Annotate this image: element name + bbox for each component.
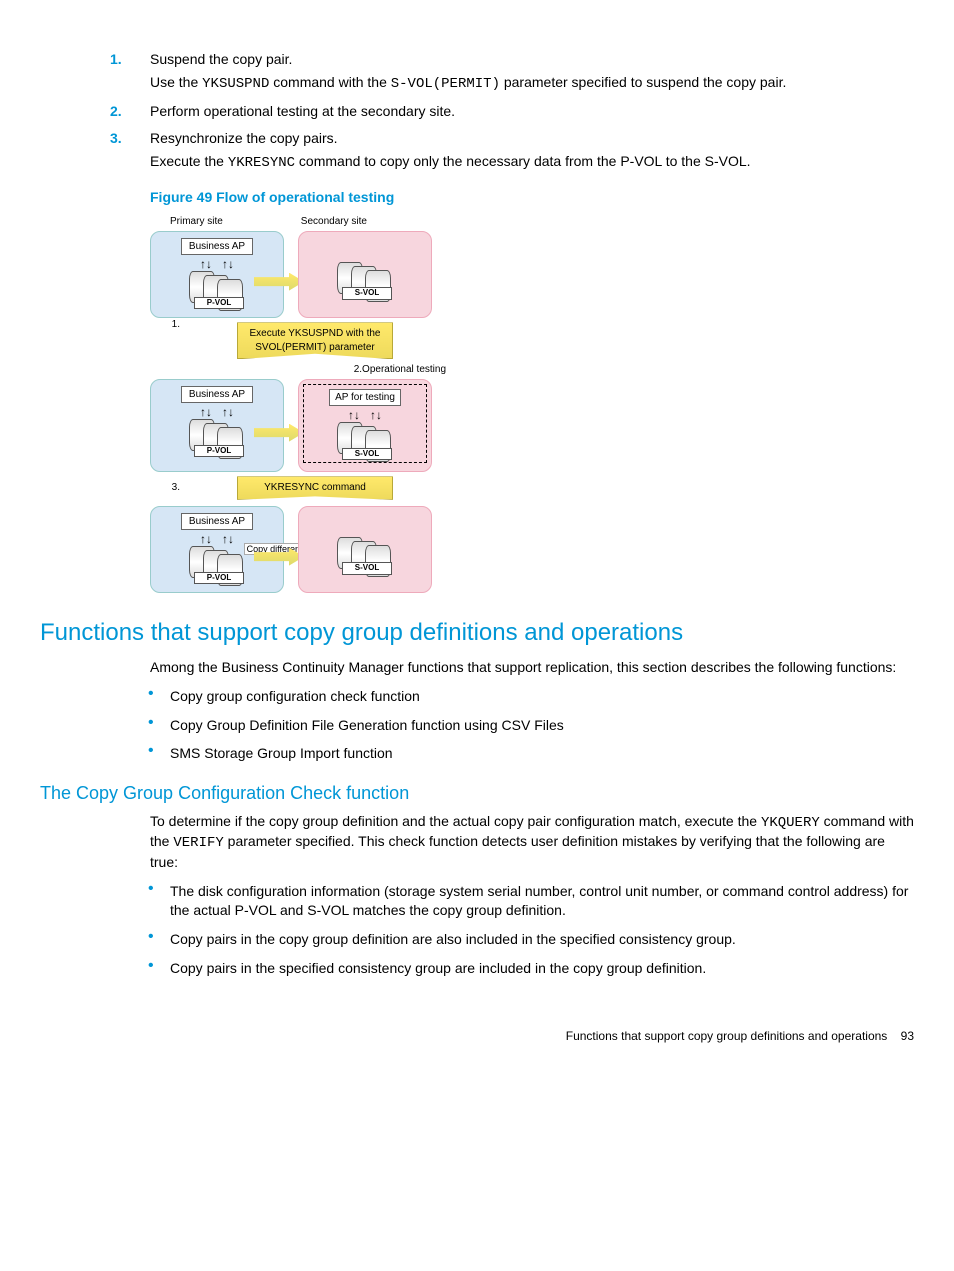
code: YKRESYNC — [228, 155, 295, 171]
business-ap: Business AP — [181, 513, 253, 531]
step2-label: 2.Operational testing — [150, 363, 450, 377]
step-1: 1. Suspend the copy pair. Use the YKSUSP… — [150, 50, 914, 94]
step-3: 3. Resynchronize the copy pairs. Execute… — [150, 129, 914, 173]
page-footer: Functions that support copy group defini… — [40, 1028, 914, 1044]
step-3-marker: 3. — [110, 129, 122, 148]
secondary-panel-2: AP for testing ↑↓ ↑↓ — [298, 379, 432, 473]
primary-panel-1: Business AP ↑↓ ↑↓ — [150, 231, 284, 319]
step-2-marker: 2. — [110, 102, 122, 121]
text: Execute the — [150, 153, 228, 169]
secondary-panel-1 — [298, 231, 432, 319]
arrows-icon: ↑↓ ↑↓ — [308, 410, 422, 420]
step-1-marker: 1. — [110, 50, 122, 69]
text: command with the — [269, 74, 390, 90]
step-1-detail: Use the YKSUSPND command with the S-VOL(… — [150, 73, 914, 94]
step-3-detail: Execute the YKRESYNC command to copy onl… — [150, 152, 914, 173]
footer-text: Functions that support copy group defini… — [566, 1029, 888, 1043]
step3-num: 3. — [150, 481, 180, 495]
text: To determine if the copy group definitio… — [150, 813, 761, 829]
primary-panel-2: Business AP ↑↓ ↑↓ — [150, 379, 284, 473]
function-list: Copy group configuration check function … — [40, 687, 914, 764]
step-2: 2. Perform operational testing at the se… — [150, 102, 914, 121]
figure-49-diagram: Primary site Secondary site Business AP … — [150, 215, 450, 593]
secondary-site-label: Secondary site — [301, 215, 367, 229]
subsection-heading: The Copy Group Configuration Check funct… — [40, 781, 914, 805]
list-item: Copy Group Definition File Generation fu… — [170, 716, 914, 735]
subsection-intro: To determine if the copy group definitio… — [150, 812, 914, 873]
text: command to copy only the necessary data … — [295, 153, 750, 169]
figure-caption: Figure 49 Flow of operational testing — [150, 188, 914, 207]
code: S-VOL(PERMIT) — [391, 76, 500, 92]
step1-num: 1. — [150, 318, 180, 363]
step-3-title: Resynchronize the copy pairs. — [150, 130, 338, 146]
business-ap: Business AP — [181, 238, 253, 256]
text: parameter specified. This check function… — [150, 833, 885, 870]
text: Use the — [150, 74, 202, 90]
check-list: The disk configuration information (stor… — [40, 882, 914, 978]
yksuspnd-flag: Execute YKSUSPND with the SVOL(PERMIT) p… — [237, 322, 393, 359]
code: YKQUERY — [761, 815, 820, 831]
list-item: SMS Storage Group Import function — [170, 744, 914, 763]
arrows-icon: ↑↓ ↑↓ — [157, 407, 277, 417]
primary-panel-3: Business AP ↑↓ ↑↓ Copy differences — [150, 506, 284, 594]
step-2-title: Perform operational testing at the secon… — [150, 103, 455, 119]
text: parameter specified to suspend the copy … — [500, 74, 786, 90]
ordered-steps: 1. Suspend the copy pair. Use the YKSUSP… — [40, 50, 914, 172]
section-intro: Among the Business Continuity Manager fu… — [150, 658, 914, 677]
ykresync-flag: YKRESYNC command — [237, 476, 393, 500]
code: YKSUSPND — [202, 76, 269, 92]
primary-site-label: Primary site — [170, 215, 223, 229]
list-item: Copy pairs in the specified consistency … — [170, 959, 914, 978]
page-number: 93 — [901, 1029, 914, 1043]
secondary-panel-3 — [298, 506, 432, 594]
business-ap: Business AP — [181, 386, 253, 404]
list-item: Copy pairs in the copy group definition … — [170, 930, 914, 949]
arrows-icon: ↑↓ ↑↓ — [157, 259, 277, 269]
ap-testing: AP for testing — [329, 389, 401, 407]
code: VERIFY — [173, 835, 223, 851]
section-heading: Functions that support copy group defini… — [40, 617, 914, 649]
step-1-title: Suspend the copy pair. — [150, 51, 292, 67]
list-item: The disk configuration information (stor… — [170, 882, 914, 920]
list-item: Copy group configuration check function — [170, 687, 914, 706]
